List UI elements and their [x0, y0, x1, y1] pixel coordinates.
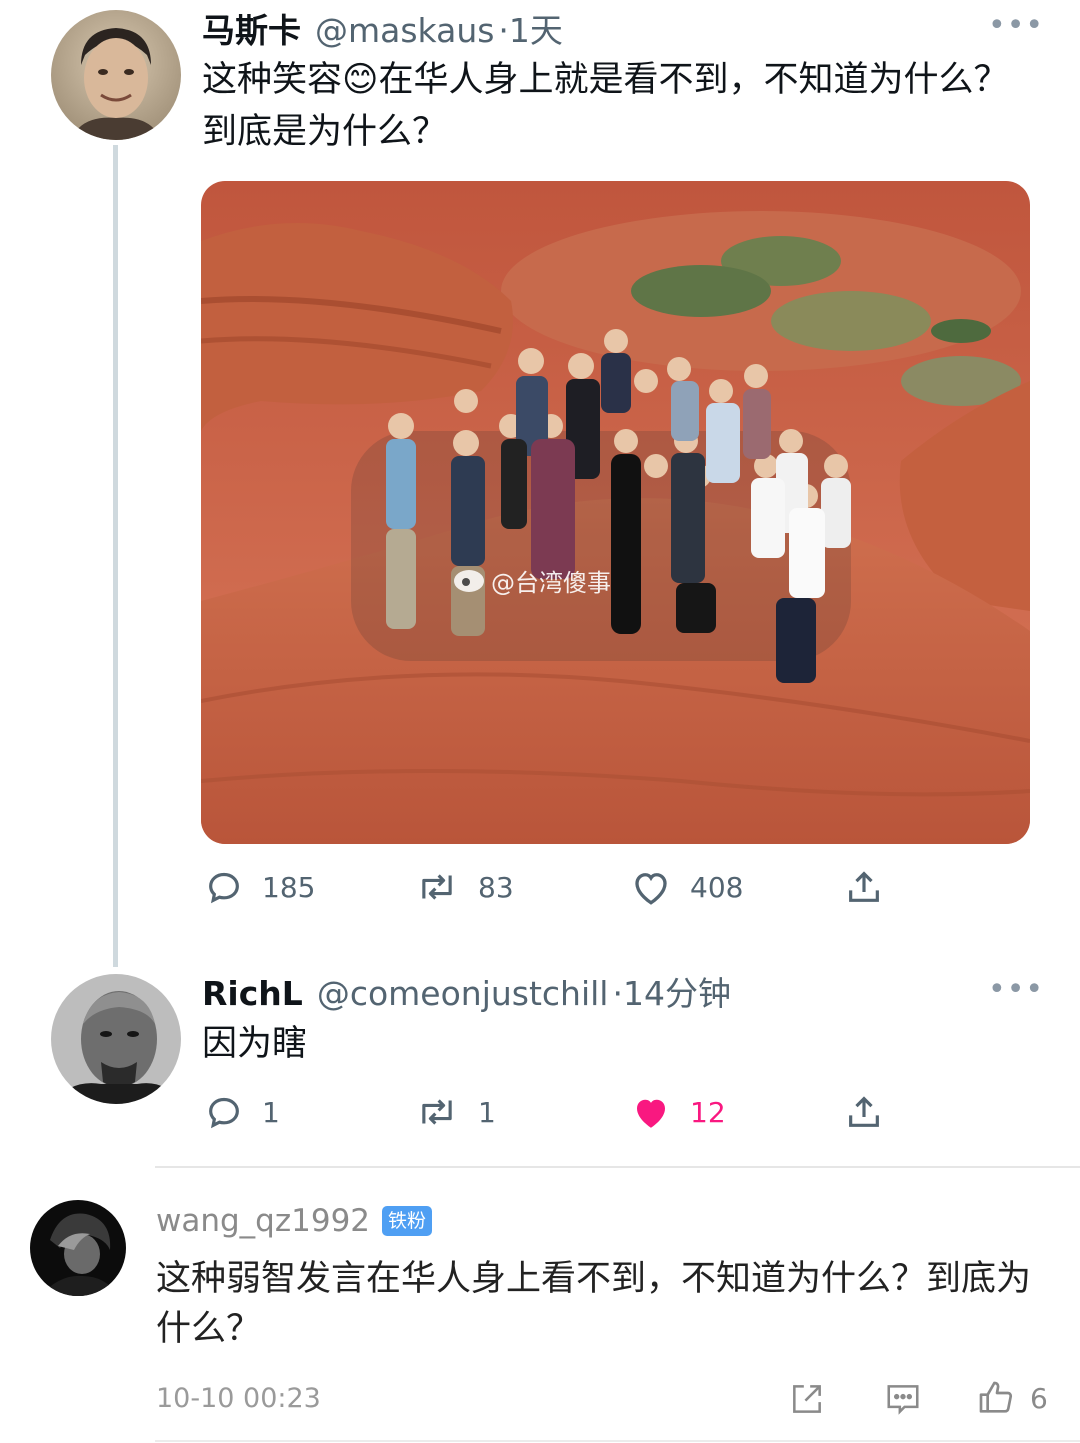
reply-reply-count: 1	[262, 1095, 280, 1129]
bottom-divider	[155, 1440, 1080, 1442]
reply-handle[interactable]: @comeonjustchill	[317, 974, 609, 1013]
like-button[interactable]: 408	[630, 862, 743, 912]
heart-filled-icon	[637, 1099, 665, 1128]
comment-text: 这种弱智发言在华人身上看不到，不知道为什么？到底为什么？	[156, 1259, 1032, 1349]
share-icon	[849, 1096, 879, 1127]
reply-like-button[interactable]: 12	[630, 1087, 726, 1137]
reply-timestamp[interactable]: ·14分钟	[612, 967, 730, 1015]
share-icon	[849, 871, 879, 902]
tweet-image[interactable]: @台湾傻事	[201, 181, 1030, 844]
reply-share-button[interactable]	[844, 1087, 884, 1137]
comment-timestamp: 10-10 00:23	[156, 1383, 321, 1414]
retweet-count: 83	[478, 870, 514, 904]
comment-icon	[887, 1385, 919, 1415]
reply-reply-button[interactable]: 1	[204, 1087, 280, 1137]
reply-retweet-count: 1	[478, 1095, 496, 1129]
thumbs-up-icon	[979, 1381, 1013, 1413]
like-comment-button[interactable]: 6	[976, 1378, 1048, 1418]
section-divider	[155, 1166, 1080, 1168]
thread-connector	[113, 145, 118, 967]
author-handle[interactable]: @maskaus	[315, 11, 494, 50]
heart-icon	[635, 873, 667, 905]
weibo-watermark-icon	[454, 570, 484, 592]
like-count: 408	[690, 870, 744, 904]
commenter-avatar[interactable]	[30, 1200, 126, 1296]
fan-badge: 铁粉	[382, 1206, 433, 1236]
reply-icon	[209, 1097, 239, 1129]
author-avatar[interactable]	[51, 10, 181, 140]
reply-display-name[interactable]: RichL	[202, 974, 303, 1013]
reply-text: 因为瞎	[202, 1024, 308, 1064]
reply-more-options-icon[interactable]: •••	[988, 975, 1044, 1005]
more-options-icon[interactable]: •••	[988, 11, 1044, 41]
tweet-timestamp[interactable]: ·1天	[498, 4, 563, 52]
share-button[interactable]	[844, 862, 884, 912]
image-watermark: @台湾傻事	[491, 569, 611, 597]
retweet-icon	[422, 1099, 452, 1125]
retweet-button[interactable]: 83	[414, 862, 514, 912]
commenter-username[interactable]: wang_qz1992	[156, 1203, 370, 1239]
external-share-icon	[793, 1385, 821, 1413]
comment-like-count: 6	[1030, 1381, 1048, 1415]
retweet-icon	[422, 874, 452, 900]
reply-button[interactable]: 185	[204, 862, 315, 912]
tweet-text: 这种笑容😊在华人身上就是看不到，不知道为什么？到底是为什么？	[202, 60, 1009, 152]
reply-author-avatar[interactable]	[51, 974, 181, 1104]
author-display-name[interactable]: 马斯卡	[202, 4, 301, 52]
reply-count: 185	[262, 870, 316, 904]
reply-like-count: 12	[690, 1095, 726, 1129]
share-comment-button[interactable]	[788, 1380, 826, 1422]
reply-comment-button[interactable]	[883, 1380, 923, 1422]
reply-icon	[209, 872, 239, 904]
reply-retweet-button[interactable]: 1	[414, 1087, 496, 1137]
